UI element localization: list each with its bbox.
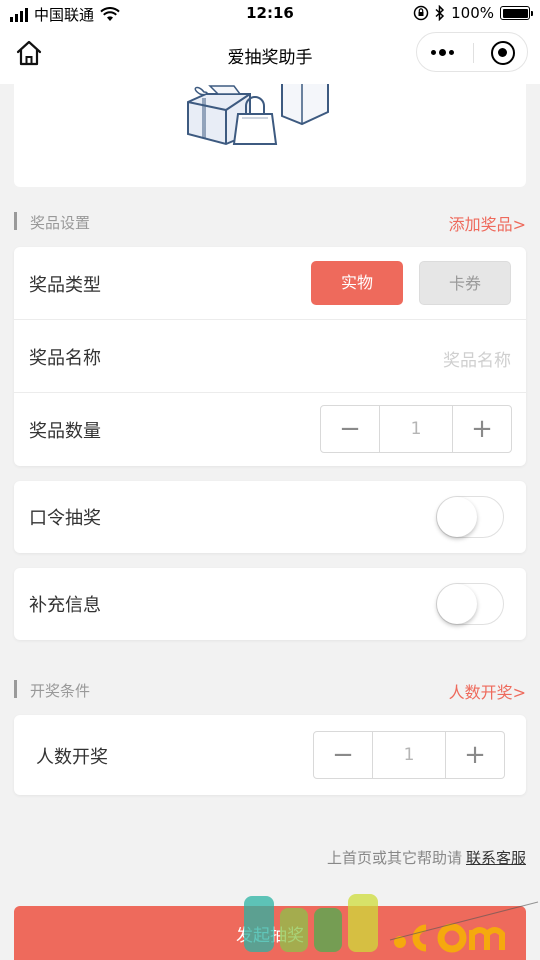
participant-count-stepper: − 1 + bbox=[313, 731, 505, 779]
quantity-minus-button[interactable]: − bbox=[321, 406, 379, 452]
banner-card bbox=[14, 84, 526, 187]
prize-type-coupon-button[interactable]: 卡券 bbox=[419, 261, 511, 305]
count-minus-button[interactable]: − bbox=[314, 732, 372, 778]
help-text: 上首页或其它帮助请 bbox=[326, 849, 462, 867]
prize-name-input[interactable]: 奖品名称 bbox=[443, 346, 511, 371]
contact-service-link[interactable]: 联系客服 bbox=[466, 849, 526, 867]
prize-section-header: 奖品设置 添加奖品> bbox=[14, 210, 526, 235]
prize-quantity-label: 奖品数量 bbox=[29, 421, 101, 442]
section-bar bbox=[14, 680, 17, 698]
password-draw-label: 口令抽奖 bbox=[29, 508, 101, 529]
add-prize-link[interactable]: 添加奖品> bbox=[449, 211, 526, 235]
capsule-divider bbox=[473, 43, 474, 63]
count-value[interactable]: 1 bbox=[372, 732, 446, 778]
extra-info-toggle[interactable] bbox=[436, 583, 504, 625]
bluetooth-icon bbox=[435, 5, 445, 21]
toggle-knob bbox=[437, 497, 477, 537]
orientation-lock-icon bbox=[413, 5, 429, 21]
prize-name-row: 奖品名称 奖品名称 bbox=[14, 320, 526, 393]
prize-type-row: 奖品类型 实物 卡券 bbox=[14, 247, 526, 320]
status-right: 100% bbox=[413, 4, 533, 22]
nav-bar: 爱抽奖助手 bbox=[0, 28, 540, 84]
draw-condition-title: 开奖条件 bbox=[30, 682, 91, 700]
battery-percent: 100% bbox=[451, 4, 494, 22]
prize-type-physical-button[interactable]: 实物 bbox=[311, 261, 403, 305]
password-draw-toggle[interactable] bbox=[436, 496, 504, 538]
password-draw-card: 口令抽奖 bbox=[14, 481, 526, 553]
extra-info-label: 补充信息 bbox=[29, 595, 101, 616]
toggle-knob bbox=[437, 584, 477, 624]
draw-condition-header: 开奖条件 人数开奖> bbox=[14, 678, 526, 703]
extra-info-card: 补充信息 bbox=[14, 568, 526, 640]
prize-name-label: 奖品名称 bbox=[29, 348, 101, 369]
count-plus-button[interactable]: + bbox=[446, 732, 504, 778]
help-line: 上首页或其它帮助请 联系客服 bbox=[327, 847, 526, 868]
start-draw-button[interactable]: 发起抽奖 bbox=[14, 906, 526, 960]
target-icon[interactable] bbox=[491, 41, 515, 65]
draw-condition-link[interactable]: 人数开奖> bbox=[449, 679, 526, 703]
prize-quantity-row: 奖品数量 − 1 + bbox=[14, 393, 526, 466]
section-bar bbox=[14, 212, 17, 230]
prize-type-label: 奖品类型 bbox=[29, 275, 101, 296]
more-icon[interactable] bbox=[431, 45, 461, 59]
battery-icon bbox=[500, 6, 533, 20]
status-bar: 中国联通 12:16 100% bbox=[0, 0, 540, 28]
quantity-plus-button[interactable]: + bbox=[453, 406, 511, 452]
prize-settings-card: 奖品类型 实物 卡券 奖品名称 奖品名称 奖品数量 − 1 + bbox=[14, 247, 526, 466]
draw-condition-card: 人数开奖 − 1 + bbox=[14, 715, 526, 795]
mini-program-capsule bbox=[416, 32, 528, 72]
participant-count-label: 人数开奖 bbox=[36, 747, 108, 768]
quantity-value[interactable]: 1 bbox=[379, 406, 453, 452]
gift-illustration bbox=[187, 84, 329, 146]
prize-section-title: 奖品设置 bbox=[30, 214, 91, 232]
prize-quantity-stepper: − 1 + bbox=[320, 405, 512, 453]
